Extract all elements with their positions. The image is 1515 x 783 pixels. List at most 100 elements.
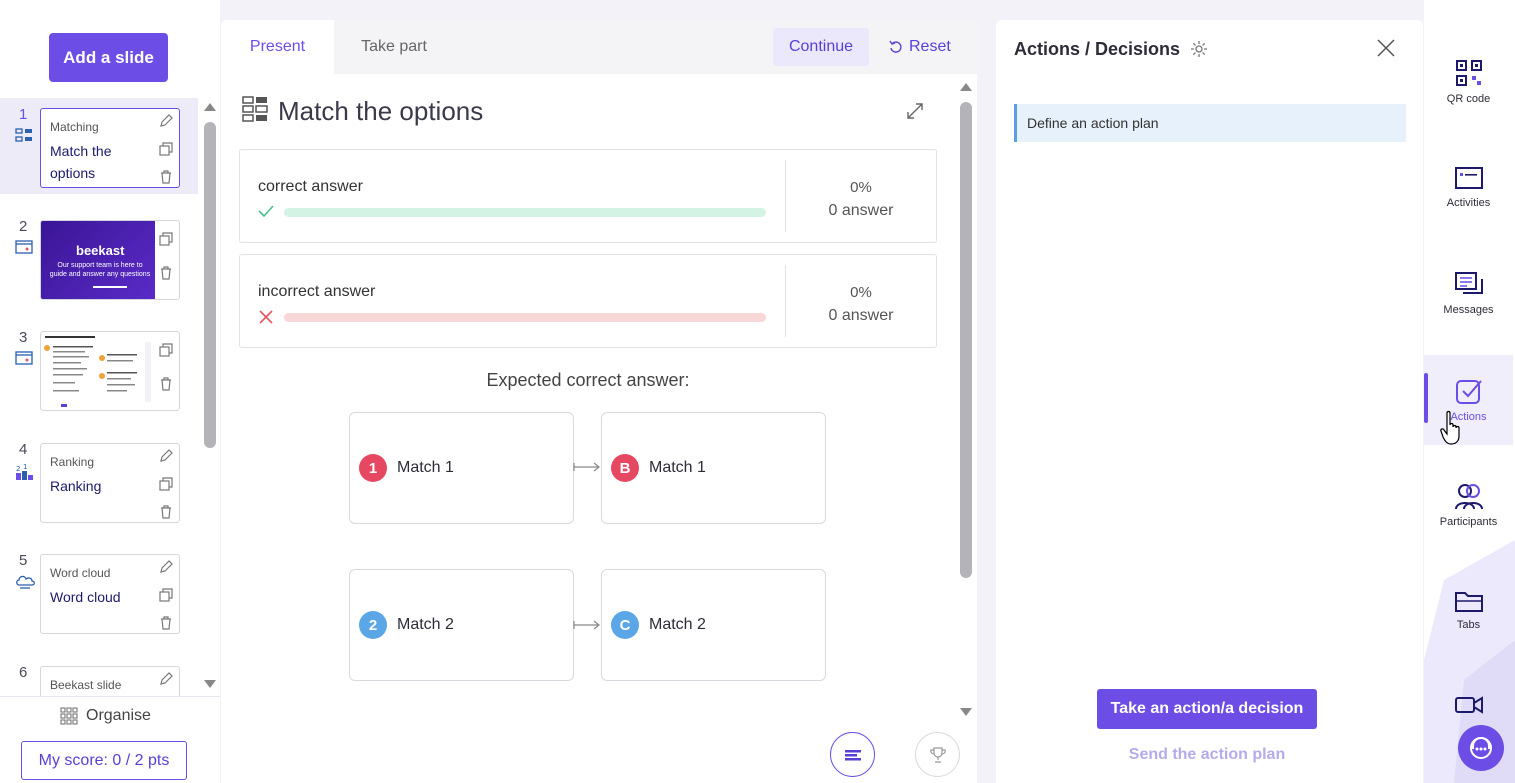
question-panel: Present Take part Continue Reset Match t… bbox=[221, 20, 977, 783]
trash-icon[interactable] bbox=[158, 504, 174, 520]
rail-label: Activities bbox=[1446, 197, 1491, 209]
slide-list-scrollbar[interactable] bbox=[203, 100, 216, 690]
matching-icon bbox=[15, 128, 33, 144]
reset-button[interactable]: Reset bbox=[889, 28, 951, 66]
match-text: Match 2 bbox=[397, 616, 454, 633]
slide-tools bbox=[157, 448, 175, 520]
trash-icon[interactable] bbox=[158, 376, 174, 392]
cross-icon bbox=[258, 309, 274, 325]
qr-code-icon bbox=[1455, 59, 1483, 87]
edit-icon[interactable] bbox=[158, 113, 174, 129]
match-badge: 2 bbox=[359, 611, 387, 639]
organise-button[interactable]: Organise bbox=[60, 707, 151, 725]
answer-label: correct answer bbox=[258, 178, 363, 195]
slide-thumbnail bbox=[41, 332, 155, 410]
match-right-1: B Match 1 bbox=[601, 412, 826, 524]
headset-icon bbox=[1467, 734, 1495, 762]
rail-messages[interactable]: Messages bbox=[1424, 249, 1513, 339]
continue-button[interactable]: Continue bbox=[773, 28, 869, 66]
slide-kind: Matching bbox=[50, 120, 99, 134]
answer-percent: 0% bbox=[850, 284, 872, 301]
check-icon bbox=[258, 204, 274, 218]
rail-tabs[interactable]: Tabs bbox=[1424, 566, 1513, 656]
rail-participants[interactable]: Participants bbox=[1424, 460, 1513, 550]
leaderboard-button[interactable] bbox=[915, 732, 960, 777]
participants-icon bbox=[1454, 482, 1484, 510]
slide-title: Word cloud bbox=[50, 589, 121, 605]
match-badge: B bbox=[611, 454, 639, 482]
my-score-button[interactable]: My score: 0 / 2 pts bbox=[21, 741, 187, 780]
slide-kind: Beekast slide bbox=[50, 678, 122, 692]
slide-card[interactable]: beekast Our support team is here to guid… bbox=[40, 220, 180, 300]
slide-item-5[interactable]: 5 Word cloud Word cloud bbox=[0, 544, 198, 640]
slide-item-3[interactable]: 3 bbox=[0, 321, 198, 417]
match-text: Match 1 bbox=[649, 459, 706, 476]
slide-item-6[interactable]: 6 Beekast slide bbox=[0, 656, 198, 696]
close-icon[interactable] bbox=[1376, 38, 1396, 58]
rail-activities[interactable]: Activities bbox=[1424, 143, 1513, 233]
rail-actions[interactable]: Actions bbox=[1424, 355, 1513, 445]
matching-icon bbox=[242, 96, 268, 122]
edit-icon[interactable] bbox=[158, 671, 174, 687]
trash-icon[interactable] bbox=[158, 615, 174, 631]
trash-icon[interactable] bbox=[158, 169, 174, 185]
edit-icon[interactable] bbox=[158, 559, 174, 575]
trash-icon[interactable] bbox=[158, 265, 174, 281]
take-action-button[interactable]: Take an action/a decision bbox=[1097, 689, 1317, 729]
send-action-plan-button[interactable]: Send the action plan bbox=[1097, 746, 1317, 764]
rail-label: Tabs bbox=[1456, 619, 1481, 631]
answer-label: incorrect answer bbox=[258, 283, 376, 300]
word-cloud-icon bbox=[15, 574, 35, 590]
action-plan-item[interactable]: Define an action plan bbox=[1014, 104, 1406, 142]
edit-icon[interactable] bbox=[158, 448, 174, 464]
match-right-2: C Match 2 bbox=[601, 569, 826, 681]
slide-tools bbox=[157, 671, 175, 689]
rail-label: Messages bbox=[1443, 304, 1494, 316]
slide-item-2[interactable]: 2 beekast Our support team is here to gu… bbox=[0, 210, 198, 306]
activities-icon bbox=[1454, 167, 1483, 191]
pair-arrow-icon bbox=[573, 461, 601, 473]
slide-title: Ranking bbox=[50, 478, 102, 494]
slide-card[interactable]: Matching Match the options bbox=[40, 108, 180, 188]
duplicate-icon[interactable] bbox=[158, 231, 174, 247]
rail-label: QR code bbox=[1446, 93, 1491, 105]
answer-bar bbox=[284, 208, 766, 217]
ranking-icon: 21 bbox=[15, 463, 35, 481]
tab-present[interactable]: Present bbox=[221, 20, 334, 74]
duplicate-icon[interactable] bbox=[158, 587, 174, 603]
slide-title: Match the options bbox=[50, 143, 112, 181]
thumb-text: Our support team is here to guide and an… bbox=[49, 262, 151, 278]
slide-card[interactable]: Ranking Ranking bbox=[40, 443, 180, 523]
results-view-button[interactable] bbox=[830, 732, 875, 777]
organise-label: Organise bbox=[86, 707, 151, 724]
slide-card[interactable]: Word cloud Word cloud bbox=[40, 554, 180, 634]
organise-bar: Organise My score: 0 / 2 pts bbox=[0, 696, 220, 783]
duplicate-icon[interactable] bbox=[158, 476, 174, 492]
reset-label: Reset bbox=[909, 38, 951, 55]
gear-icon[interactable] bbox=[1190, 40, 1208, 58]
rail-qr-code[interactable]: QR code bbox=[1424, 37, 1513, 127]
slide-card[interactable] bbox=[40, 331, 180, 411]
grid-icon bbox=[60, 707, 78, 725]
slide-presentation-icon bbox=[15, 351, 33, 365]
slide-item-4[interactable]: 4 21 Ranking Ranking bbox=[0, 433, 198, 529]
folder-icon bbox=[1454, 591, 1483, 613]
expand-icon[interactable] bbox=[906, 102, 924, 120]
support-chat-button[interactable] bbox=[1458, 725, 1504, 771]
slide-item-1[interactable]: 1 Matching Match the options bbox=[0, 98, 198, 194]
slide-tools bbox=[157, 113, 175, 185]
slide-number: 1 bbox=[19, 106, 28, 123]
slide-card[interactable]: Beekast slide bbox=[40, 666, 180, 696]
slide-kind: Word cloud bbox=[50, 566, 111, 580]
reset-icon bbox=[889, 40, 903, 54]
question-scrollbar[interactable] bbox=[959, 80, 973, 720]
answer-count: 0 answer bbox=[828, 307, 894, 324]
thumb-brand: beekast bbox=[76, 243, 125, 258]
duplicate-icon[interactable] bbox=[158, 342, 174, 358]
svg-text:1: 1 bbox=[23, 463, 27, 471]
bar-list-icon bbox=[844, 748, 862, 762]
add-slide-button[interactable]: Add a slide bbox=[49, 33, 168, 82]
slide-kind: Ranking bbox=[50, 455, 95, 469]
tab-take-part[interactable]: Take part bbox=[334, 20, 454, 74]
duplicate-icon[interactable] bbox=[158, 141, 174, 157]
